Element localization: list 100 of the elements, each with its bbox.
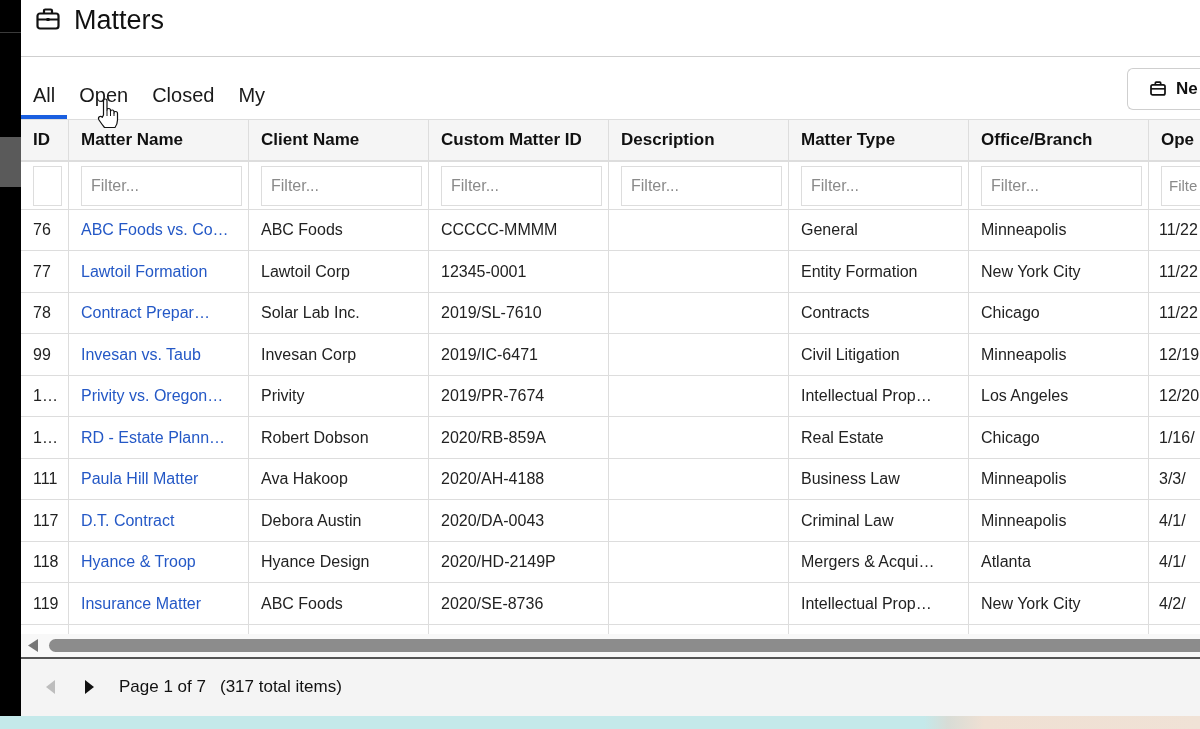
table-cell: Minneapolis: [981, 345, 1067, 364]
table-cell: 11/22: [1159, 304, 1198, 323]
column-header[interactable]: Ope: [1149, 119, 1200, 160]
scrollbar-thumb[interactable]: [49, 638, 1200, 652]
table-cell: Real Estate: [801, 428, 884, 447]
table-cell: Minneapolis: [981, 511, 1067, 530]
table-cell: Civil Litigation: [801, 345, 900, 364]
table-cell: 2020/SE-8736: [441, 594, 544, 613]
matter-name-link[interactable]: Lawtoil Formation: [81, 262, 208, 281]
table-cell: ABC Foods: [261, 594, 343, 613]
filter-field[interactable]: Filter...: [801, 165, 962, 206]
column-header[interactable]: Office/Branch: [969, 119, 1149, 160]
column-header[interactable]: Client Name: [249, 119, 429, 160]
column-header[interactable]: ID: [21, 119, 69, 160]
tab[interactable]: My: [226, 77, 278, 119]
table-cell: 2020/DA-0043: [441, 511, 545, 530]
table-cell: Contracts: [801, 304, 870, 323]
table-cell: 11/22: [1159, 221, 1198, 240]
table-cell: 1/16/: [1159, 428, 1195, 447]
table-cell: 12/20: [1159, 387, 1200, 406]
table-cell: 4/1/: [1159, 511, 1186, 530]
matter-name-link[interactable]: Insurance Matter: [81, 594, 202, 613]
table-cell: 2019/PR-7674: [441, 387, 545, 406]
table-cell: Minneapolis: [981, 470, 1067, 489]
triangle-right-icon: [85, 680, 94, 695]
table-cell: 1…: [33, 428, 58, 447]
matter-name-link[interactable]: Paula Hill Matter: [81, 470, 199, 489]
table-cell: ABC Foods: [261, 221, 343, 240]
table-cell: Chicago: [981, 428, 1040, 447]
table-cell: 78: [33, 304, 51, 323]
table-cell: 99: [33, 345, 51, 364]
table-cell: Invesan Corp: [261, 345, 357, 364]
matter-name-link[interactable]: Privity vs. Oregon…: [81, 387, 224, 406]
briefcase-icon: [36, 8, 60, 30]
filter-field[interactable]: Filte: [1161, 165, 1200, 206]
table-cell: Ava Hakoop: [261, 470, 348, 489]
matter-name-link[interactable]: Hyance & Troop: [81, 553, 196, 572]
table-cell: 12345-0001: [441, 262, 527, 281]
matter-name-link[interactable]: D.T. Contract: [81, 511, 175, 530]
tab[interactable]: Closed: [140, 77, 227, 119]
table-cell: Los Angeles: [981, 387, 1069, 406]
table-cell: 2020/HD-2149P: [441, 553, 556, 572]
filter-field[interactable]: Filter...: [261, 165, 422, 206]
table-cell: Minneapolis: [981, 221, 1067, 240]
table-cell: CCCCC-MMMM: [441, 221, 558, 240]
table-cell: 4/2/: [1159, 594, 1186, 613]
column-header[interactable]: Matter Name: [69, 119, 249, 160]
filter-field[interactable]: [33, 165, 62, 206]
table-cell: 3/3/: [1159, 470, 1186, 489]
matter-name-link[interactable]: Invesan vs. Taub: [81, 345, 201, 364]
table-cell: Hyance Design: [261, 553, 370, 572]
new-matter-button[interactable]: Ne: [1127, 67, 1200, 110]
table-cell: 2020/AH-4188: [441, 470, 545, 489]
table-cell: 11/22: [1159, 262, 1198, 281]
table-cell: Atlanta: [981, 553, 1031, 572]
table-cell: Debora Austin: [261, 511, 362, 530]
table-cell: 118: [33, 553, 59, 572]
table-cell: Chicago: [981, 304, 1040, 323]
table-cell: Intellectual Prop…: [801, 387, 932, 406]
matter-name-link[interactable]: ABC Foods vs. Co…: [81, 221, 229, 240]
table-cell: Lawtoil Corp: [261, 262, 350, 281]
table-cell: 4/1/: [1159, 553, 1186, 572]
tab[interactable]: Open: [67, 77, 141, 119]
horizontal-scrollbar[interactable]: [21, 633, 1200, 659]
filter-field[interactable]: Filter...: [981, 165, 1142, 206]
column-header[interactable]: Description: [609, 119, 789, 160]
filter-field[interactable]: Filter...: [621, 165, 782, 206]
column-header[interactable]: Custom Matter ID: [429, 119, 609, 160]
filter-field[interactable]: Filter...: [441, 165, 602, 206]
matter-name-link[interactable]: Contract Prepar…: [81, 304, 210, 323]
briefcase-icon: [1150, 81, 1166, 96]
page-title: Matters: [74, 8, 165, 32]
page-indicator: Page 1 of 7: [119, 677, 206, 698]
table-cell: Robert Dobson: [261, 428, 369, 447]
table-cell: General: [801, 221, 858, 240]
matter-name-link[interactable]: RD - Estate Plann…: [81, 428, 226, 447]
table-cell: 2020/RB-859A: [441, 428, 546, 447]
scroll-left-arrow-icon[interactable]: [28, 638, 38, 652]
table-cell: 77: [33, 262, 51, 281]
table-cell: Criminal Law: [801, 511, 894, 530]
table-cell: New York City: [981, 594, 1081, 613]
triangle-left-icon: [46, 680, 55, 695]
table-cell: 119: [33, 594, 59, 613]
table-cell: Intellectual Prop…: [801, 594, 932, 613]
filter-field[interactable]: Filter...: [81, 165, 242, 206]
table-cell: 2019/SL-7610: [441, 304, 542, 323]
table-cell: New York City: [981, 262, 1081, 281]
table-cell: 1…: [33, 387, 58, 406]
table-cell: Business Law: [801, 470, 900, 489]
table-cell: Entity Formation: [801, 262, 918, 281]
table-cell: 117: [33, 511, 59, 530]
table-cell: 76: [33, 221, 51, 240]
table-cell: 2019/IC-6471: [441, 345, 538, 364]
total-items: (317 total items): [219, 677, 342, 698]
column-header[interactable]: Matter Type: [789, 119, 969, 160]
table-cell: 12/19: [1159, 345, 1200, 364]
table-cell: Solar Lab Inc.: [261, 304, 360, 323]
table-cell: Mergers & Acqui…: [801, 553, 935, 572]
table-cell: Privity: [261, 387, 305, 406]
table-cell: 111: [33, 470, 58, 489]
